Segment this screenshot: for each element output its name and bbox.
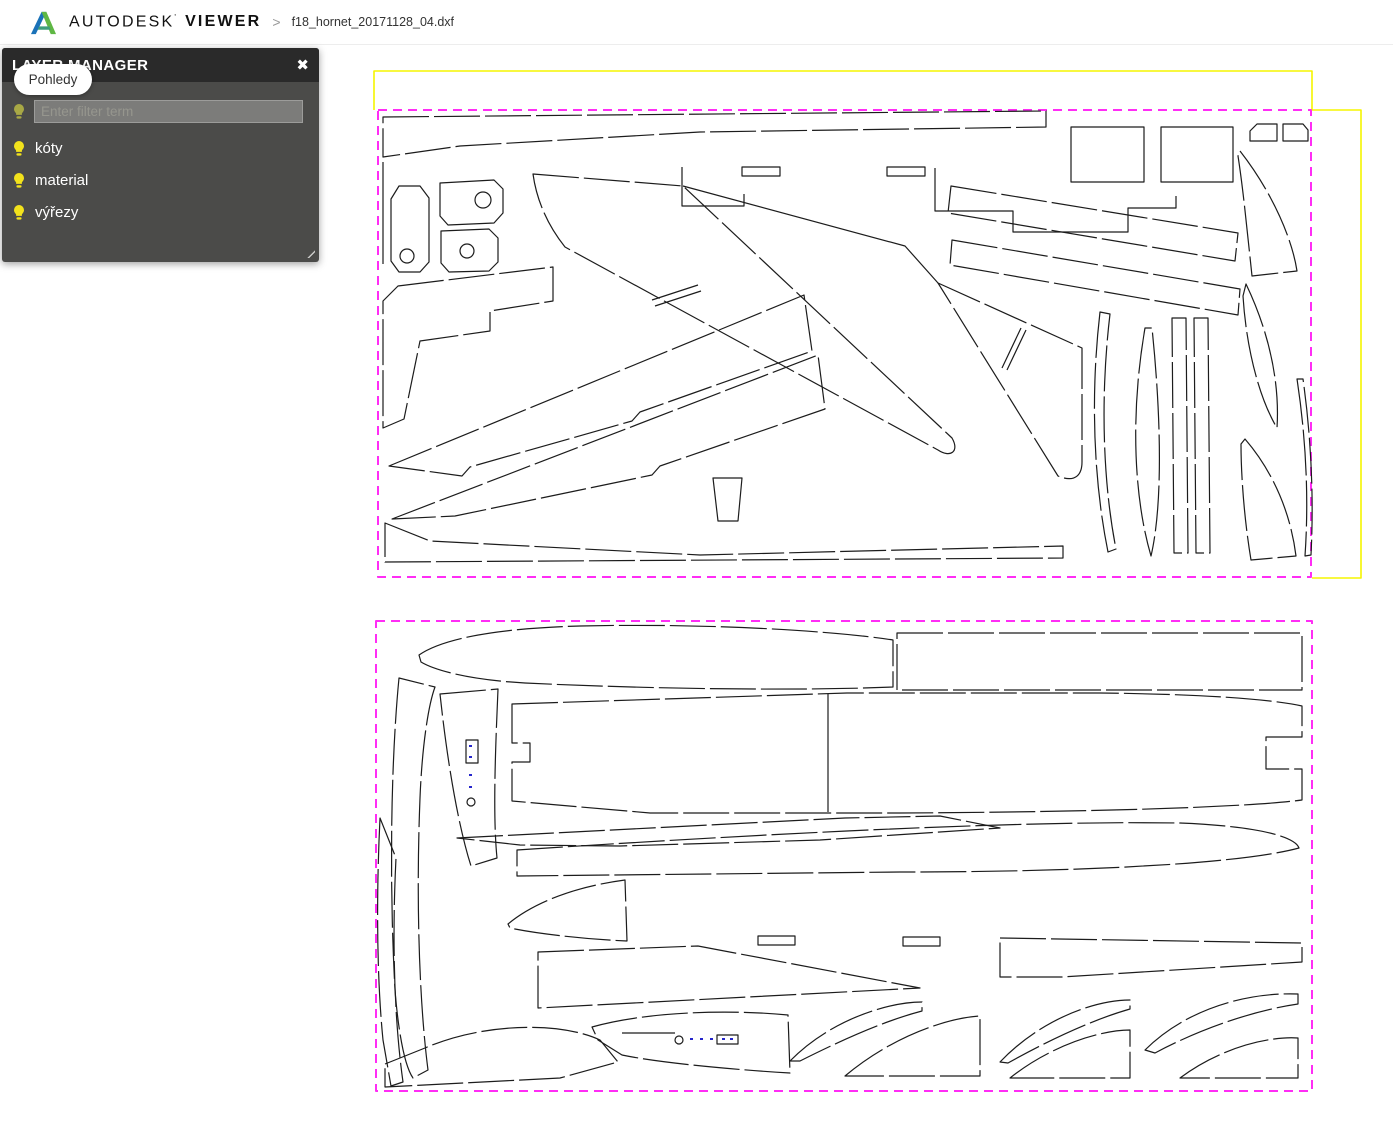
part-outline xyxy=(391,354,826,520)
part-outline xyxy=(390,677,436,1079)
layer-visibility-bulb-icon[interactable] xyxy=(12,172,26,189)
part-outline xyxy=(377,817,404,1087)
part-outline xyxy=(418,624,894,690)
part-outline xyxy=(1144,993,1299,1054)
part-outline xyxy=(1160,126,1234,183)
part-outline xyxy=(1135,327,1160,557)
part-outline xyxy=(674,1035,684,1045)
views-tooltip: Pohledy xyxy=(14,64,92,95)
breadcrumb-filename: f18_hornet_20171128_04.dxf xyxy=(291,15,454,29)
part-outline xyxy=(440,228,499,273)
part-outline xyxy=(532,173,956,455)
part-outline xyxy=(896,632,1303,691)
part-outline xyxy=(741,166,781,177)
part-outline xyxy=(382,110,1047,158)
part-outline xyxy=(390,185,430,273)
part-outline xyxy=(682,185,939,284)
product-text: VIEWER xyxy=(185,13,262,30)
part-outline xyxy=(651,284,702,307)
part-outline xyxy=(382,266,554,429)
part-outline xyxy=(934,168,1177,233)
bulb-dim-icon xyxy=(12,103,26,120)
marker-ticks xyxy=(469,745,472,788)
part-outline xyxy=(384,522,1064,563)
brand-trademark: ' xyxy=(174,12,179,22)
part-outline xyxy=(1242,283,1279,429)
part-outline xyxy=(474,191,492,209)
part-outline xyxy=(1296,378,1313,557)
layer-row[interactable]: material xyxy=(8,164,313,196)
part-outline xyxy=(999,937,1303,978)
layer-manager-panel[interactable]: LAYER MANAGER ✖ Pohledy kóty m xyxy=(2,48,319,262)
layer-filter-row xyxy=(12,100,303,123)
close-icon[interactable]: ✖ xyxy=(296,58,309,73)
part-outline xyxy=(1237,150,1298,277)
part-outline xyxy=(1179,1037,1299,1079)
part-outline xyxy=(516,822,1300,877)
part-outline xyxy=(716,1034,739,1045)
part-outline xyxy=(399,248,415,264)
part-outline xyxy=(1249,123,1278,142)
autodesk-logo-icon xyxy=(30,11,57,34)
layer-visibility-bulb-icon[interactable] xyxy=(12,204,26,221)
layer-label: výřezy xyxy=(35,203,79,221)
part-outline xyxy=(886,166,926,177)
part-outline xyxy=(466,797,476,807)
part-outline xyxy=(712,477,743,522)
part-outline xyxy=(844,1015,981,1077)
part-outline xyxy=(937,282,1083,480)
part-outline xyxy=(1282,123,1309,142)
part-outline xyxy=(949,239,1241,316)
part-outline xyxy=(757,935,796,946)
part-outline xyxy=(384,1026,619,1088)
part-outline xyxy=(388,294,813,477)
part-outline xyxy=(507,879,628,942)
layer-label: material xyxy=(35,171,89,189)
panel-resize-handle[interactable] xyxy=(302,245,315,258)
layer-label: kóty xyxy=(35,139,63,157)
layer-list: kóty material výřezy xyxy=(8,132,313,228)
part-outline xyxy=(1001,327,1027,371)
part-outline xyxy=(537,945,921,1009)
brand-text: AUTODESK' xyxy=(69,12,179,31)
layer-row[interactable]: kóty xyxy=(8,132,313,164)
part-outline xyxy=(459,243,475,259)
part-outline xyxy=(439,179,504,226)
part-outline xyxy=(456,815,1001,847)
layer-filter-input[interactable] xyxy=(34,100,303,123)
breadcrumb-chevron-icon: > xyxy=(272,14,281,30)
layer-row[interactable]: výřezy xyxy=(8,196,313,228)
layer-visibility-bulb-icon[interactable] xyxy=(12,140,26,157)
part-outline xyxy=(465,739,479,764)
part-outline xyxy=(1093,311,1117,553)
part-outline xyxy=(1193,317,1211,554)
part-outline xyxy=(902,936,941,947)
part-outline xyxy=(511,692,1303,814)
part-outline xyxy=(1240,438,1297,561)
part-outline xyxy=(789,1001,923,1062)
part-outline xyxy=(947,185,1239,262)
app-header: AUTODESK' VIEWER > f18_hornet_20171128_0… xyxy=(0,0,1393,45)
part-outline xyxy=(1070,126,1145,183)
part-outline xyxy=(591,1011,791,1074)
sheet-1-boundary xyxy=(377,109,1312,578)
part-outline xyxy=(1171,317,1189,554)
